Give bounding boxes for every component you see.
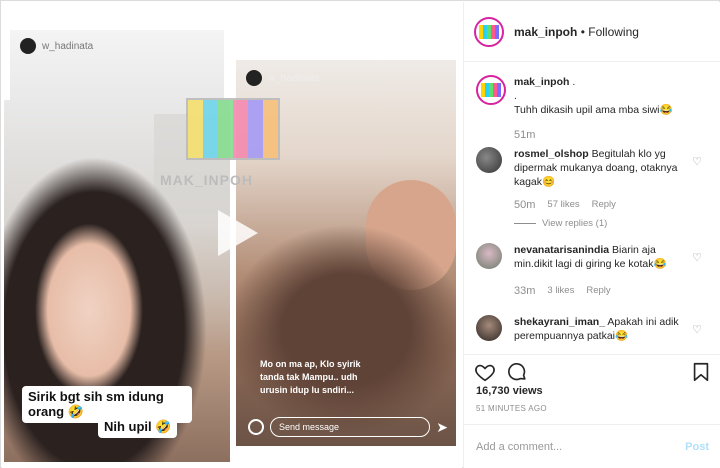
action-bar [464, 354, 720, 384]
avatar[interactable] [474, 16, 504, 47]
like-icon[interactable] [474, 361, 496, 383]
comment-body: nevanatarisanindia Biarin aja min.dikit … [514, 243, 686, 271]
watermark-text: MAK_INPOH [160, 172, 254, 188]
story-user-left: w_hadinata [20, 38, 93, 54]
post-header: mak_inpoh • Following [464, 2, 720, 62]
send-icon: ➤ [436, 418, 448, 435]
list-item: nevanatarisanindia Biarin aja min.dikit … [476, 243, 716, 303]
story-caption-2: Nih upil 🤣 [98, 416, 178, 438]
timestamp: 51 MINUTES AGO [476, 404, 547, 413]
view-replies-label: View replies (1) [542, 218, 608, 229]
post-button[interactable]: Post [685, 441, 709, 453]
avatar[interactable] [476, 75, 506, 105]
story-overlay-text: Mo on ma ap, Klo syirik tanda tak Mampu.… [260, 359, 361, 395]
story-user-right: w_hadinata [246, 70, 319, 86]
follow-status[interactable]: Following [588, 25, 639, 39]
story-username-left: w_hadinata [42, 40, 94, 52]
comment-likes[interactable]: 57 likes [547, 199, 579, 211]
story-avatar [246, 70, 262, 86]
divider [514, 223, 536, 224]
caption-time: 51m [514, 129, 536, 141]
reply-button[interactable]: Reply [592, 199, 616, 211]
reply-button[interactable]: Reply [586, 285, 610, 297]
list-item: shekayrani_iman_ Apakah ini adik perempu… [476, 315, 716, 353]
tv-logo-watermark [186, 98, 280, 160]
comment-meta: 50m 57 likes Reply [514, 199, 616, 211]
send-message-field: Send message [270, 417, 431, 437]
view-replies-button[interactable]: View replies (1) [514, 218, 607, 229]
view-count[interactable]: 16,730 views [476, 385, 543, 397]
bookmark-icon[interactable] [690, 361, 712, 383]
header-username[interactable]: mak_inpoh [514, 25, 577, 39]
avatar[interactable] [476, 147, 502, 173]
caption-meta: 51m [514, 129, 535, 141]
heart-icon[interactable]: ♡ [692, 323, 702, 336]
separator: • [577, 24, 589, 39]
caption-dot-2: . [514, 90, 517, 102]
list-item: rosmel_olshop Begitulah klo yg dipermak … [476, 147, 716, 233]
comment-input[interactable]: Add a comment... [476, 441, 685, 453]
comments-list: mak_inpoh . . Tuhh dikasih upil ama mba … [464, 63, 720, 353]
instagram-post: w_hadinata w_hadinata MAK_INPOH Sirik bg… [0, 0, 720, 468]
heart-icon[interactable]: ♡ [692, 251, 702, 264]
caption-dot: . [572, 76, 576, 88]
caption-username[interactable]: mak_inpoh [514, 76, 569, 88]
avatar[interactable] [476, 315, 502, 341]
comment-username[interactable]: shekayrani_iman_ [514, 316, 605, 328]
comment-time: 50m [514, 199, 536, 211]
comment-icon[interactable] [506, 361, 528, 383]
story-avatar [20, 38, 36, 54]
comment-likes[interactable]: 3 likes [547, 285, 574, 297]
post-media[interactable]: w_hadinata w_hadinata MAK_INPOH Sirik bg… [2, 2, 462, 468]
caption-item: mak_inpoh . . Tuhh dikasih upil ama mba … [476, 75, 716, 145]
logo-icon [481, 83, 501, 97]
add-comment-bar: Add a comment... Post [464, 424, 720, 468]
comment-username[interactable]: rosmel_olshop [514, 148, 589, 160]
logo-icon [479, 24, 499, 39]
story-screenshot-top: w_hadinata [10, 30, 224, 100]
post-sidebar: mak_inpoh • Following mak_inpoh . . Tuhh… [463, 2, 720, 468]
comment-body: rosmel_olshop Begitulah klo yg dipermak … [514, 147, 686, 189]
person-hair [236, 180, 456, 446]
comment-meta: 33m 3 likes Reply [514, 285, 611, 297]
header-user: mak_inpoh • Following [514, 25, 639, 39]
caption-body: mak_inpoh . . Tuhh dikasih upil ama mba … [514, 75, 686, 117]
comment-username[interactable]: nevanatarisanindia [514, 244, 609, 256]
story-send-bar: Send message ➤ [248, 416, 448, 438]
comment-body: shekayrani_iman_ Apakah ini adik perempu… [514, 315, 686, 343]
caption-text: Tuhh dikasih upil ama mba siwi😂 [514, 104, 673, 116]
story-username-right: w_hadinata [268, 72, 320, 84]
camera-icon [248, 419, 264, 435]
play-icon[interactable] [208, 206, 262, 260]
heart-icon[interactable]: ♡ [692, 155, 702, 168]
comment-time: 33m [514, 285, 536, 297]
avatar[interactable] [476, 243, 502, 269]
